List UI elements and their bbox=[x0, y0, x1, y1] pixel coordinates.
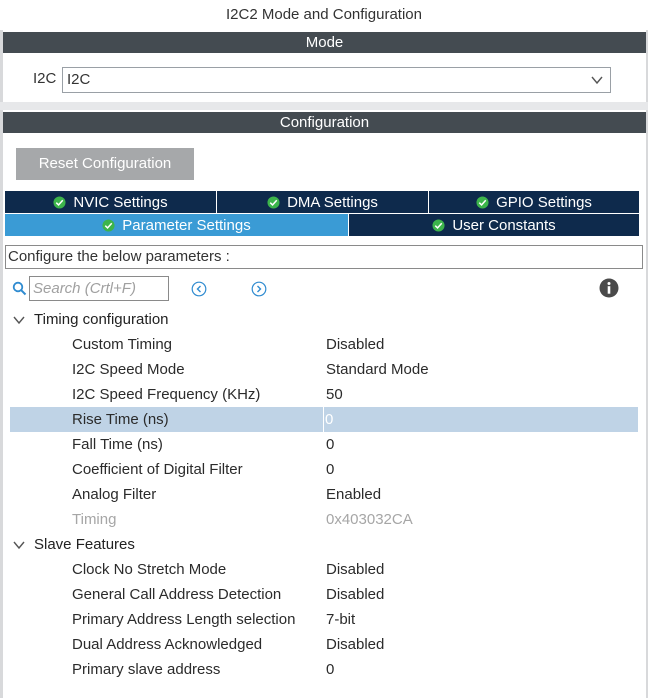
parameters-description: Configure the below parameters : bbox=[5, 245, 643, 269]
tab-label: DMA Settings bbox=[287, 193, 378, 211]
param-value: 50 bbox=[326, 386, 343, 403]
group-label: Slave Features bbox=[34, 536, 135, 553]
i2c-mode-select[interactable]: I2C bbox=[62, 67, 611, 93]
param-row-fall-time[interactable]: Fall Time (ns) 0 bbox=[10, 432, 638, 457]
tab-nvic-settings[interactable]: NVIC Settings bbox=[5, 191, 217, 213]
param-value: Standard Mode bbox=[326, 361, 429, 378]
check-circle-icon bbox=[267, 195, 280, 209]
check-circle-icon bbox=[53, 195, 66, 209]
info-icon[interactable] bbox=[599, 278, 619, 298]
param-value: 0 bbox=[326, 661, 335, 678]
tab-label: NVIC Settings bbox=[73, 193, 168, 211]
tab-label: Parameter Settings bbox=[122, 216, 251, 234]
param-value: Disabled bbox=[326, 336, 385, 353]
reset-configuration-button[interactable]: Reset Configuration bbox=[16, 148, 194, 180]
previous-match-icon[interactable] bbox=[191, 281, 207, 297]
check-circle-icon bbox=[476, 195, 489, 209]
param-row-custom-timing[interactable]: Custom Timing Disabled bbox=[10, 332, 638, 357]
param-row-clock-no-stretch[interactable]: Clock No Stretch Mode Disabled bbox=[10, 557, 638, 582]
param-name: Coefficient of Digital Filter bbox=[72, 461, 243, 478]
tab-label: User Constants bbox=[452, 216, 556, 234]
tab-user-constants[interactable]: User Constants bbox=[349, 214, 639, 236]
param-row-coefficient-digital-filter[interactable]: Coefficient of Digital Filter 0 bbox=[10, 457, 638, 482]
param-row-rise-time[interactable]: Rise Time (ns) 0 bbox=[10, 407, 638, 432]
param-value: Disabled bbox=[326, 586, 385, 603]
check-circle-icon bbox=[102, 218, 115, 232]
param-name: Clock No Stretch Mode bbox=[72, 561, 227, 578]
i2c-mode-value: I2C bbox=[67, 71, 91, 88]
check-circle-icon bbox=[432, 218, 445, 232]
param-row-timing: Timing 0x403032CA bbox=[10, 507, 638, 532]
param-value: 7-bit bbox=[326, 611, 356, 628]
param-row-i2c-speed-frequency[interactable]: I2C Speed Frequency (KHz) 50 bbox=[10, 382, 638, 407]
param-row-dual-address-ack[interactable]: Dual Address Acknowledged Disabled bbox=[10, 632, 638, 657]
search-input[interactable]: Search (Crtl+F) bbox=[29, 276, 169, 301]
param-name: Primary Address Length selection bbox=[72, 611, 296, 628]
param-name: Custom Timing bbox=[72, 336, 173, 353]
param-value: 0 bbox=[326, 436, 335, 453]
param-row-i2c-speed-mode[interactable]: I2C Speed Mode Standard Mode bbox=[10, 357, 638, 382]
mode-header: Mode bbox=[3, 32, 646, 53]
section-divider bbox=[0, 102, 648, 110]
tab-gpio-settings[interactable]: GPIO Settings bbox=[429, 191, 639, 213]
param-name: Timing bbox=[72, 511, 117, 528]
param-row-analog-filter[interactable]: Analog Filter Enabled bbox=[10, 482, 638, 507]
param-name: Primary slave address bbox=[72, 661, 221, 678]
param-value: Disabled bbox=[326, 561, 385, 578]
param-name: I2C Speed Mode bbox=[72, 361, 185, 378]
tab-dma-settings[interactable]: DMA Settings bbox=[217, 191, 429, 213]
group-slave-features[interactable]: Slave Features bbox=[10, 532, 638, 557]
param-name: Analog Filter bbox=[72, 486, 157, 503]
configuration-header: Configuration bbox=[3, 112, 646, 133]
param-name: Dual Address Acknowledged bbox=[72, 636, 263, 653]
window-title: I2C2 Mode and Configuration bbox=[226, 6, 422, 23]
param-name: I2C Speed Frequency (KHz) bbox=[72, 386, 261, 403]
group-label: Timing configuration bbox=[34, 311, 169, 328]
i2c-mode-label: I2C bbox=[33, 70, 57, 87]
param-value: Enabled bbox=[326, 486, 382, 503]
search-icon bbox=[12, 281, 27, 296]
param-name: Rise Time (ns) bbox=[72, 411, 169, 428]
param-value: Disabled bbox=[326, 636, 385, 653]
group-timing-configuration[interactable]: Timing configuration bbox=[10, 307, 638, 332]
param-name: Fall Time (ns) bbox=[72, 436, 163, 453]
chevron-down-icon bbox=[13, 316, 25, 325]
param-value: 0 bbox=[326, 461, 335, 478]
tab-label: GPIO Settings bbox=[496, 193, 592, 211]
next-match-icon[interactable] bbox=[251, 281, 267, 297]
param-row-primary-slave-address[interactable]: Primary slave address 0 bbox=[10, 657, 638, 682]
chevron-down-icon bbox=[13, 541, 25, 550]
chevron-down-icon bbox=[591, 76, 603, 85]
param-value-input[interactable]: 0 bbox=[323, 407, 333, 432]
param-name: General Call Address Detection bbox=[72, 586, 282, 603]
param-value: 0x403032CA bbox=[326, 511, 413, 528]
tab-parameter-settings[interactable]: Parameter Settings bbox=[5, 214, 349, 236]
param-row-primary-address-length[interactable]: Primary Address Length selection 7-bit bbox=[10, 607, 638, 632]
param-row-general-call-address[interactable]: General Call Address Detection Disabled bbox=[10, 582, 638, 607]
